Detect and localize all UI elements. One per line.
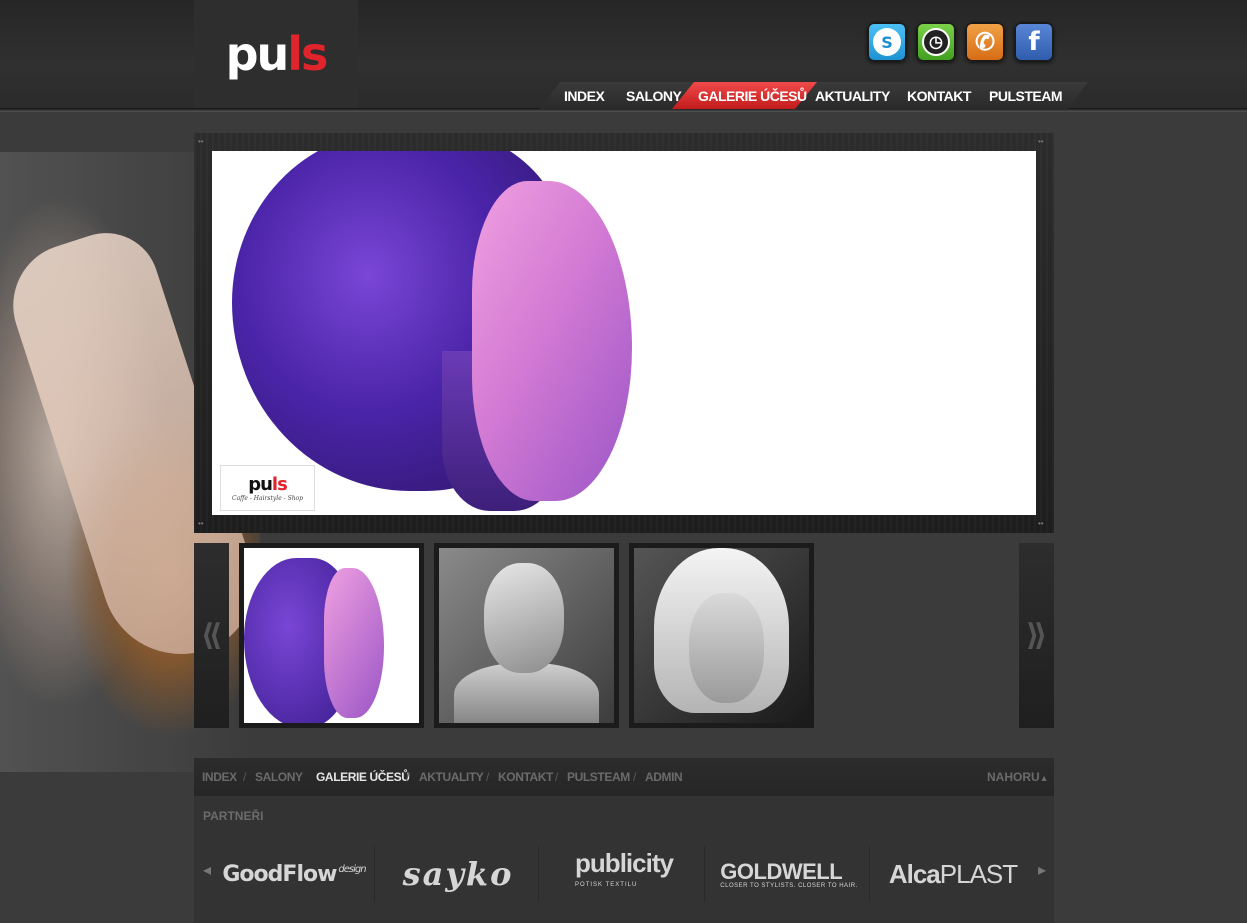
arrow-up-icon: ▲ bbox=[1039, 773, 1049, 783]
footer-link-pulsteam[interactable]: PULSTEAM bbox=[567, 770, 630, 784]
corner-dots: •• bbox=[198, 519, 204, 528]
footer-link-salony[interactable]: SALONY bbox=[255, 770, 303, 784]
phone-icon: ✆ bbox=[974, 28, 996, 56]
double-chevron-right-icon: ⟫ bbox=[1025, 618, 1048, 653]
corner-dots: •• bbox=[1038, 137, 1044, 146]
footer-link-admin[interactable]: ADMIN bbox=[645, 770, 683, 784]
gallery-viewer: •• •• •• •• puls Caffe - Hairstyle - Sho… bbox=[194, 133, 1054, 533]
footer-separator: / bbox=[486, 770, 490, 784]
partners-title: PARTNEŘI bbox=[203, 809, 264, 823]
footer-separator: / bbox=[555, 770, 559, 784]
footer-link-index[interactable]: INDEX bbox=[202, 770, 237, 784]
nav-item-galerie-ucesu[interactable]: GALERIE ÚČESŮ bbox=[698, 82, 807, 109]
footer-separator: / bbox=[406, 770, 410, 784]
chevron-right-icon[interactable]: ▸ bbox=[1038, 860, 1046, 880]
phone-button[interactable]: ✆ bbox=[965, 22, 1005, 62]
back-to-top-link[interactable]: NAHORU▲ bbox=[987, 770, 1049, 784]
partner-publicity-wear[interactable]: publicity POTISK TEXTILU bbox=[544, 846, 705, 902]
nav-item-salony[interactable]: SALONY bbox=[626, 82, 682, 109]
nav-item-aktuality[interactable]: AKTUALITY bbox=[815, 82, 890, 109]
corner-dots: •• bbox=[1038, 519, 1044, 528]
clock-icon: ◷ bbox=[922, 28, 950, 56]
corner-dots: •• bbox=[198, 137, 204, 146]
watermark-logo: puls Caffe - Hairstyle - Shop bbox=[220, 465, 315, 511]
thumbs-next-button[interactable]: ⟫ bbox=[1019, 543, 1054, 728]
double-chevron-left-icon: ⟪ bbox=[200, 618, 223, 653]
skype-button[interactable]: S bbox=[867, 22, 907, 62]
nav-item-pulsteam[interactable]: PULSTEAM bbox=[989, 82, 1063, 109]
gallery-thumbnail[interactable] bbox=[239, 543, 424, 728]
gallery-thumbnail[interactable] bbox=[629, 543, 814, 728]
nav-item-index[interactable]: INDEX bbox=[564, 82, 605, 109]
partner-alcaplast[interactable]: AlcaPLAST bbox=[873, 846, 1033, 902]
partner-goldwell[interactable]: GOLDWELL CLOSER TO STYLISTS. CLOSER TO HA… bbox=[709, 846, 870, 902]
footer-link-kontakt[interactable]: KONTAKT bbox=[498, 770, 553, 784]
footer-separator: / bbox=[243, 770, 247, 784]
face-shape bbox=[472, 181, 632, 501]
footer-link-aktuality[interactable]: AKTUALITY bbox=[419, 770, 484, 784]
gallery-thumbnail[interactable] bbox=[434, 543, 619, 728]
nav-item-kontakt[interactable]: KONTAKT bbox=[907, 82, 971, 109]
site-logo[interactable]: puls bbox=[194, 0, 358, 108]
logo-text: puls bbox=[225, 27, 329, 81]
skype-icon: S bbox=[873, 28, 901, 56]
thumbs-prev-button[interactable]: ⟪ bbox=[194, 543, 229, 728]
partner-sayko[interactable]: sayko bbox=[378, 846, 539, 902]
partner-goodflow[interactable]: GoodFlow design bbox=[214, 846, 375, 902]
footer-link-galerie-ucesu[interactable]: GALERIE ÚČESŮ bbox=[316, 770, 410, 784]
chevron-left-icon[interactable]: ◂ bbox=[203, 860, 211, 880]
facebook-icon: f bbox=[1028, 27, 1040, 57]
opening-hours-button[interactable]: ◷ bbox=[916, 22, 956, 62]
gallery-main-image[interactable]: puls Caffe - Hairstyle - Shop bbox=[212, 151, 1036, 515]
footer-separator: / bbox=[633, 770, 637, 784]
facebook-button[interactable]: f bbox=[1014, 22, 1054, 62]
